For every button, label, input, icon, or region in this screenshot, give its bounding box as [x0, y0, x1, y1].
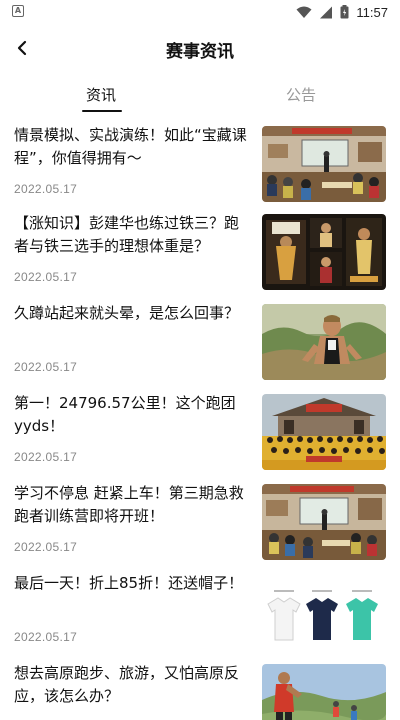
news-item[interactable]: 【涨知识】彭建华也练过铁三？跑者与铁三选手的理想体重是？ 2022.05.17: [0, 210, 400, 292]
news-item[interactable]: 学习不停息 赶紧上车！第三期急救跑者训练营即将开班！ 2022.05.17: [0, 480, 400, 562]
running-club-group-photo: [262, 394, 386, 470]
runner-outdoor-photo: [262, 304, 386, 380]
tab-bar: 资讯 公告: [0, 80, 400, 114]
news-title: 学习不停息 赶紧上车！第三期急救跑者训练营即将开班！: [14, 484, 244, 525]
news-date: 2022.05.17: [14, 360, 78, 374]
news-date: 2022.05.17: [14, 630, 78, 644]
news-date: 2022.05.17: [14, 540, 78, 554]
signal-icon: [320, 6, 333, 18]
status-icons: 11:57: [296, 3, 388, 21]
status-bar: A 11:57: [0, 0, 400, 24]
news-date: 2022.05.17: [14, 182, 78, 196]
news-date: 2022.05.17: [14, 450, 78, 464]
news-date: 2022.05.17: [14, 270, 78, 284]
classroom-training-photo: [262, 126, 386, 202]
tab-news[interactable]: 资讯: [86, 84, 116, 105]
battery-icon: [340, 5, 349, 19]
tshirt-products-photo: [262, 574, 386, 650]
news-title: 最后一天！折上85折！还送帽子！: [14, 574, 244, 592]
news-title: 【涨知识】彭建华也练过铁三？跑者与铁三选手的理想体重是？: [14, 214, 240, 255]
news-title: 久蹲站起来就头晕，是怎么回事？: [14, 304, 240, 322]
triathlete-collage-photo: [262, 214, 386, 290]
wifi-icon: [296, 6, 312, 18]
news-item[interactable]: 久蹲站起来就头晕，是怎么回事？ 2022.05.17: [0, 300, 400, 382]
active-tab-indicator: [82, 110, 122, 112]
news-item[interactable]: 第一！24796.57公里！这个跑团yyds！ 2022.05.17: [0, 390, 400, 472]
header: 赛事资讯: [0, 28, 400, 68]
news-item[interactable]: 最后一天！折上85折！还送帽子！ 2022.05.17: [0, 570, 400, 652]
news-item[interactable]: 想去高原跑步、旅游，又怕高原反应，该怎么办？: [0, 660, 400, 720]
news-title: 情景模拟、实战演练！如此“宝藏课程”，你值得拥有～: [14, 126, 247, 167]
plateau-runners-photo: [262, 664, 386, 720]
status-time: 11:57: [356, 4, 388, 20]
news-title: 第一！24796.57公里！这个跑团yyds！: [14, 394, 236, 435]
notification-a-icon: A: [12, 5, 24, 17]
tab-announcements[interactable]: 公告: [286, 84, 316, 105]
news-item[interactable]: 情景模拟、实战演练！如此“宝藏课程”，你值得拥有～ 2022.05.17: [0, 122, 400, 204]
first-aid-class-photo: [262, 484, 386, 560]
page-title: 赛事资讯: [166, 42, 234, 62]
news-title: 想去高原跑步、旅游，又怕高原反应，该怎么办？: [14, 664, 240, 705]
